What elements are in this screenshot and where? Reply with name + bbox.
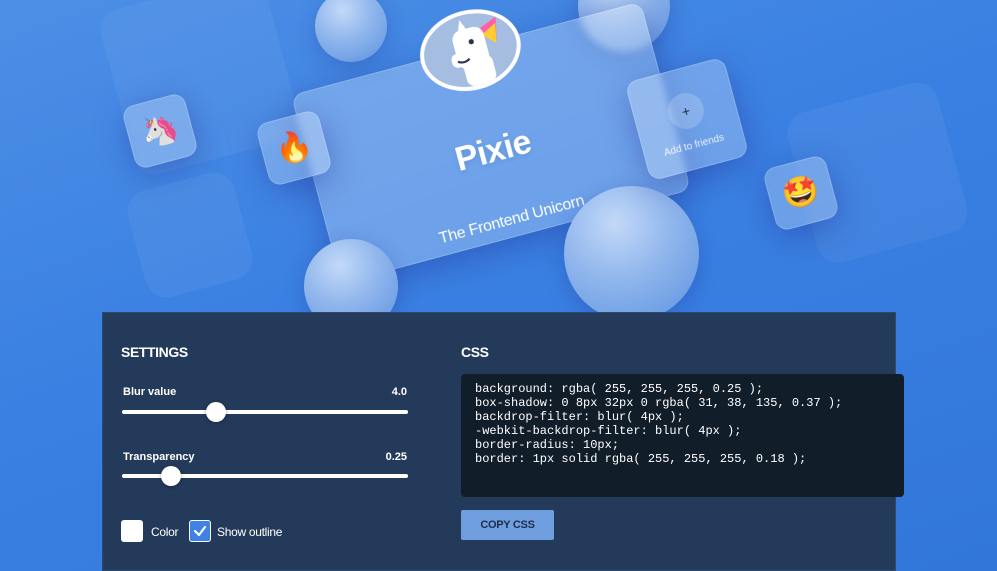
show-outline-label: Show outline — [217, 525, 283, 539]
show-outline-checkbox[interactable] — [189, 520, 211, 542]
fire-icon: 🔥 — [271, 126, 317, 169]
code-line: border: 1px solid rgba( 255, 255, 255, 0… — [475, 452, 807, 466]
bubble — [564, 186, 699, 321]
css-code-block: background: rgba( 255, 255, 255, 0.25 );… — [461, 374, 904, 497]
code-line: background: rgba( 255, 255, 255, 0.25 ); — [475, 382, 764, 396]
plus-icon[interactable]: + — [663, 88, 708, 134]
color-checkbox[interactable] — [121, 520, 143, 542]
code-line: box-shadow: 0 8px 32px 0 rgba( 31, 38, 1… — [475, 396, 843, 410]
blur-label: Blur value — [123, 386, 177, 398]
checkmark-icon — [193, 525, 207, 537]
blur-value: 4.0 — [391, 386, 407, 398]
bubble — [315, 0, 387, 62]
blur-slider[interactable] — [122, 410, 408, 414]
generator-panel: SETTINGS Blur value 4.0 Transparency 0.2… — [102, 312, 904, 571]
css-title: CSS — [461, 344, 489, 360]
background-square — [122, 167, 258, 303]
star-struck-icon: 🤩 — [778, 171, 824, 214]
code-line: border-radius: 10px; — [475, 438, 620, 452]
transparency-value: 0.25 — [385, 451, 407, 463]
code-line: -webkit-backdrop-filter: blur( 4px ); — [475, 424, 742, 438]
unicorn-avatar — [410, 0, 531, 103]
transparency-label: Transparency — [123, 451, 195, 463]
settings-title: SETTINGS — [121, 344, 188, 360]
code-line: backdrop-filter: blur( 4px ); — [475, 410, 684, 424]
add-friends-label: Add to friends — [662, 132, 726, 159]
copy-css-button[interactable]: COPY CSS — [461, 510, 554, 540]
transparency-slider-thumb[interactable] — [160, 466, 181, 486]
blur-slider-thumb[interactable] — [206, 402, 227, 422]
color-label: Color — [151, 525, 179, 539]
unicorn-icon: 🦄 — [137, 109, 183, 152]
